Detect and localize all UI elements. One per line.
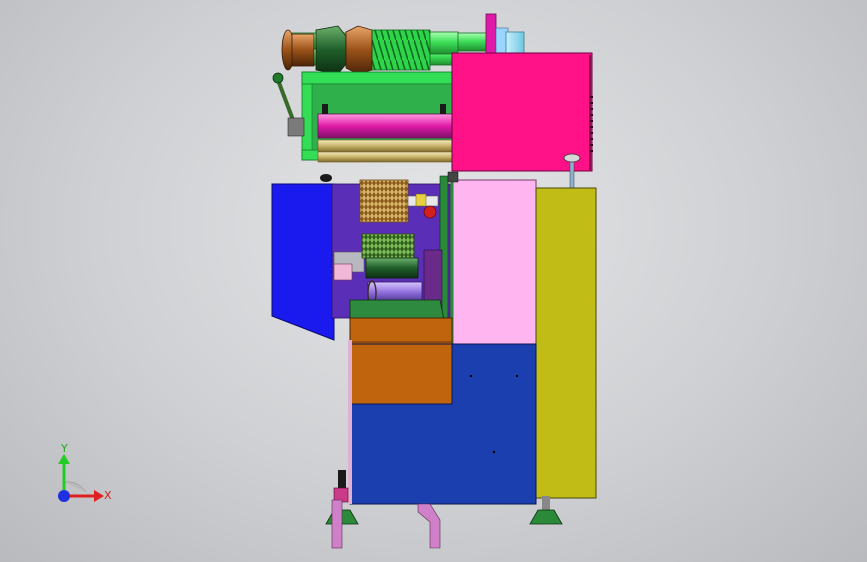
foot-left-leg <box>331 499 343 549</box>
gold-roller-lower <box>317 151 453 163</box>
spring-coil-right <box>429 31 459 55</box>
knob-head-icon <box>563 153 581 163</box>
x-axis-arrow-icon <box>94 490 104 502</box>
frame-pin <box>322 104 328 114</box>
x-axis-label: X <box>104 489 112 502</box>
pink-block <box>333 263 353 281</box>
green-cone <box>315 25 347 75</box>
coil-roller-mid <box>361 233 415 259</box>
screw-3-icon <box>492 450 496 454</box>
end-hub-left <box>291 33 315 67</box>
roller-dark-green <box>365 257 419 279</box>
magenta-roller <box>317 113 453 139</box>
knob-shaft <box>569 159 575 189</box>
left-blue-cover[interactable] <box>271 183 335 341</box>
right-side-panel[interactable] <box>535 187 597 499</box>
coil-roller-top <box>359 179 409 223</box>
small-yellow-part <box>415 193 427 207</box>
top-housing-body <box>451 52 593 172</box>
foot-center[interactable] <box>417 503 441 549</box>
top-housing[interactable] <box>451 52 593 172</box>
cad-viewport[interactable] <box>0 0 867 562</box>
rotation-arc <box>63 481 87 493</box>
brown-cone <box>345 25 373 75</box>
light-panel[interactable] <box>451 179 537 345</box>
cover-knob-icon <box>320 174 332 182</box>
center-leg <box>417 503 441 549</box>
y-axis-label: Y <box>60 442 68 455</box>
orange-block[interactable] <box>349 317 453 405</box>
panel-knob-top <box>447 171 459 183</box>
gold-roller <box>317 139 453 153</box>
frame-top-bar <box>301 71 455 85</box>
origin-dot-icon <box>58 490 70 502</box>
spring-coil <box>369 29 431 71</box>
top-magenta-bracket <box>485 13 497 55</box>
lever-knob-icon <box>272 72 284 84</box>
foot-right-pad <box>529 509 563 525</box>
gear-small-icon <box>423 205 437 219</box>
green-frame[interactable] <box>301 71 455 163</box>
screw-2-icon <box>515 374 519 378</box>
lever-handle[interactable] <box>272 72 305 137</box>
foot-left-post <box>338 470 346 490</box>
frame-pin-right <box>440 104 446 114</box>
top-cyan-block <box>505 31 525 55</box>
y-axis-arrow-icon <box>58 454 70 464</box>
base-body-left-strip <box>348 340 352 504</box>
axis-triad: Y X <box>58 442 112 502</box>
lever-hinge <box>287 117 305 137</box>
foot-right-post <box>542 496 550 510</box>
screw-1-icon <box>469 374 473 378</box>
